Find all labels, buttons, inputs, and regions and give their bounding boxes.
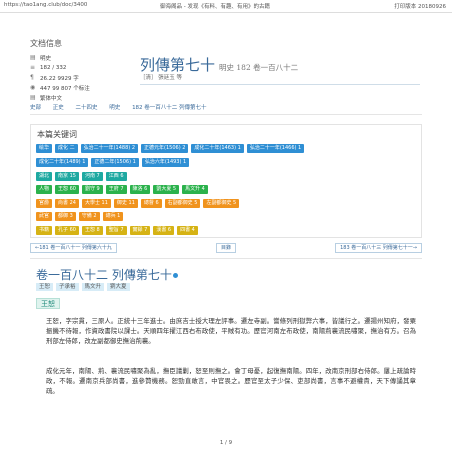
keyword-chip[interactable]: 漢書 6 [153,226,175,235]
keyword-chip[interactable]: 弘治六年(1493) 1 [141,158,190,167]
keyword-chip[interactable]: 弘治二十一年(1466) 1 [246,144,305,153]
keyword-chip[interactable]: 大學士 11 [81,199,111,208]
browser-header: https://tao1ang.club/doc/3400 御海阁品 - 发现《… [0,0,452,13]
page-url: https://tao1ang.club/doc/3400 [4,2,88,8]
highlight-person[interactable]: 馬文升 [81,283,105,291]
title-divider [140,84,420,85]
info-row-chars: ¶ 26.22 9929 字 [30,73,120,83]
page-number: 1 / 9 [219,440,233,446]
keyword-chip[interactable]: 右副都御史 5 [164,199,201,208]
keyword-chip[interactable]: 绘华 [36,144,53,153]
keyword-chip[interactable]: 弘治二十一年(1488) 2 [80,144,139,153]
keywords-panel: 本篇关键词 绘华 成化 二弘治二十一年(1488) 2 正德元年(1506) 2 成化… [30,124,422,238]
keyword-chip[interactable]: 左副都御史 5 [203,199,240,208]
keyword-chip[interactable]: 书籍 [36,226,53,235]
keyword-row: 人物 王恕 60 劉守 9 王府 7 陳洛 6 劉大夏 5 馬文升 4 [36,185,211,195]
keyword-row: 成化二十年(1489) 1 正德二年(1506) 1 弘治六年(1493) 1 [36,158,192,168]
page-title: 御海阁品 - 发现《有料、有趣、有用》的古籍 [160,4,270,10]
paragraph-2: 成化元年，南陽、荊、襄流民嘯聚為亂，撫臣議剿，恕至則撫之。會丁母憂，起復撫南陽。… [46,367,416,396]
keyword-row: 武官 都御 3 守備 2 總兵 1 [36,212,126,222]
juan-title-text: 卷一百八十二 列傳第七十 [36,268,172,282]
info-row-juan: ≡ 182 / 332 [30,63,120,73]
keywords-heading: 本篇关键词 [37,130,77,139]
book-icon: ▤ [30,54,36,61]
keyword-chip[interactable]: 御史 11 [113,199,138,208]
keyword-chip[interactable]: 實録 7 [129,226,151,235]
keyword-chip[interactable]: 成化二十年(1463) 1 [191,144,244,153]
keyword-chip[interactable]: 南京 15 [55,172,79,181]
book-icon: ▤ [30,94,36,101]
info-book-title: 明史 [40,56,52,62]
keyword-row: 绘华 成化 二弘治二十一年(1488) 2 正德元年(1506) 2 成化二十年(14… [36,144,307,154]
keyword-chip[interactable]: 總兵 1 [102,212,124,221]
keyword-chip[interactable]: 王府 7 [105,185,127,194]
document-info-heading: 文档信息 [30,39,62,48]
prev-chapter-button[interactable]: ←181 卷一百八十一 列傳第六十九 [30,243,117,253]
breadcrumb-item[interactable]: 182 卷一百八十二 列傳第七十 [132,105,207,111]
keyword-chip[interactable]: 王恕 8 [81,226,103,235]
breadcrumb-item[interactable]: 明史 [109,105,120,111]
annotation-dot-icon [172,273,178,278]
document-info-panel: 文档信息 ▤ 明史 ≡ 182 / 332 ¶ 26.22 9929 字 ◉ 4… [30,38,120,103]
info-row-annotations: ◉ 447 99 807 个标注 [30,83,120,93]
next-chapter-button[interactable]: 183 卷一百八十三 列傳第七十一→ [335,243,422,253]
keyword-chip[interactable]: 聖旨 7 [105,226,127,235]
info-annotation-count: 447 99 807 个标注 [40,86,90,92]
chapter-nav: ←181 卷一百八十一 列傳第六十九 目錄 183 卷一百八十三 列傳第七十一→ [30,243,422,253]
keyword-chip[interactable]: 總督 6 [140,199,162,208]
keyword-row: 书籍 孔子 60 王恕 8 聖旨 7 實録 7 漢書 6 四書 4 [36,226,201,236]
keyword-chip[interactable]: 四書 4 [177,226,198,235]
breadcrumb-item[interactable]: 史部 [30,105,41,111]
keyword-chip[interactable]: 尚書 24 [55,199,79,208]
keyword-chip[interactable]: 河南 7 [81,172,103,181]
chapter-title: 列傳第七十 明史 182 卷一百八十二 [140,54,298,75]
info-script: 繁体中文 [40,96,63,102]
paragraph-1: 王恕，字宗貫，三原人。正統十三年進士。由庶吉士授大理左評事。遷左寺副。嘗條列刑獄… [46,317,416,346]
keyword-chip[interactable]: 成化 二 [55,144,78,153]
keyword-chip[interactable]: 江西 6 [105,172,127,181]
text-icon: ¶ [30,74,34,81]
keyword-chip[interactable]: 劉大夏 5 [153,185,180,194]
nav-divider [30,258,422,259]
breadcrumb-item[interactable]: 正史 [53,105,64,111]
index-button[interactable]: 目錄 [216,243,237,253]
keyword-chip[interactable]: 馬文升 4 [182,185,208,194]
highlight-person[interactable]: 王恕 [36,283,54,291]
keyword-chip[interactable]: 成化二十年(1489) 1 [36,158,89,167]
juan-title: 卷一百八十二 列傳第七十 [36,266,179,283]
layers-icon: ≡ [30,64,36,71]
section-tag[interactable]: 王恕 [36,298,60,309]
keyword-chip[interactable]: 湖北 [36,172,53,181]
keyword-chip[interactable]: 官爵 [36,199,53,208]
keyword-chip[interactable]: 武官 [36,212,53,221]
keyword-chip[interactable]: 正德元年(1506) 2 [141,144,189,153]
breadcrumb-item[interactable]: 二十四史 [76,105,98,111]
keyword-chip[interactable]: 人物 [36,185,53,194]
keyword-chip[interactable]: 守備 2 [78,212,100,221]
breadcrumb: 史部 正史 二十四史 明史 182 卷一百八十二 列傳第七十 [30,103,422,115]
highlight-person[interactable]: 劉大夏 [107,283,130,291]
chapter-title-main: 列傳第七十 [140,56,216,74]
keyword-chip[interactable]: 都御 3 [55,212,76,221]
info-juan-count: 182 / 332 [40,65,67,71]
keyword-row: 湖北 南京 15 河南 7 江西 6 [36,172,130,182]
highlight-person[interactable]: 子承裕 [56,283,79,291]
chapter-author: ［清］ 張廷玉 等 [140,75,182,81]
keyword-chip[interactable]: 正德二年(1506) 1 [91,158,139,167]
keyword-chip[interactable]: 陳洛 6 [129,185,151,194]
chapter-title-sub: 明史 182 卷一百八十二 [219,63,299,72]
info-row-script: ▤ 繁体中文 [30,93,120,103]
eye-icon: ◉ [30,84,36,91]
juan-highlights: 王恕 子承裕 馬文升 劉大夏 [36,283,133,291]
keyword-chip[interactable]: 王恕 60 [55,185,79,194]
keyword-chip[interactable]: 孔子 60 [55,226,79,235]
info-char-count: 26.22 9929 字 [40,76,79,82]
print-version: 打印版本 20180926 [394,4,446,10]
info-row-book: ▤ 明史 [30,53,120,63]
keyword-row: 官爵 尚書 24 大學士 11 御史 11 總督 6 右副都御史 5 左副都御史 5 [36,199,242,209]
keyword-chip[interactable]: 劉守 9 [81,185,103,194]
